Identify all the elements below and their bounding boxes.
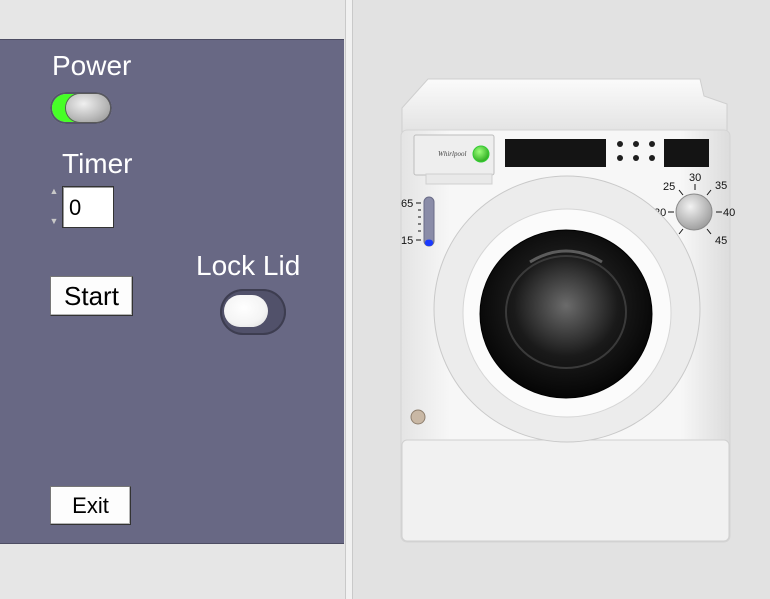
timer-dial-knob[interactable] [675,193,713,231]
power-label: Power [52,50,132,81]
pane-splitter[interactable] [345,0,353,599]
timer-stepper[interactable]: ▲ ▼ [48,185,62,229]
exit-button[interactable]: Exit [50,486,131,525]
timer-increment-icon[interactable]: ▲ [49,185,59,197]
start-button[interactable]: Start [50,276,133,316]
washer-door[interactable] [433,175,701,443]
lock-lid-toggle[interactable] [220,289,286,335]
lock-lid-label: Lock Lid [196,250,301,281]
power-toggle[interactable] [50,90,114,126]
timer-input[interactable]: 0 [62,186,114,228]
timer-label: Timer [62,148,133,179]
washer-door-release-button[interactable] [410,409,426,425]
lock-lid-toggle-knob[interactable] [224,295,268,327]
power-toggle-knob[interactable] [66,94,110,122]
timer-decrement-icon[interactable]: ▼ [49,215,59,227]
control-panel: Power Timer ▲ ▼ 0 Start Lock Lid Exit [0,39,344,544]
